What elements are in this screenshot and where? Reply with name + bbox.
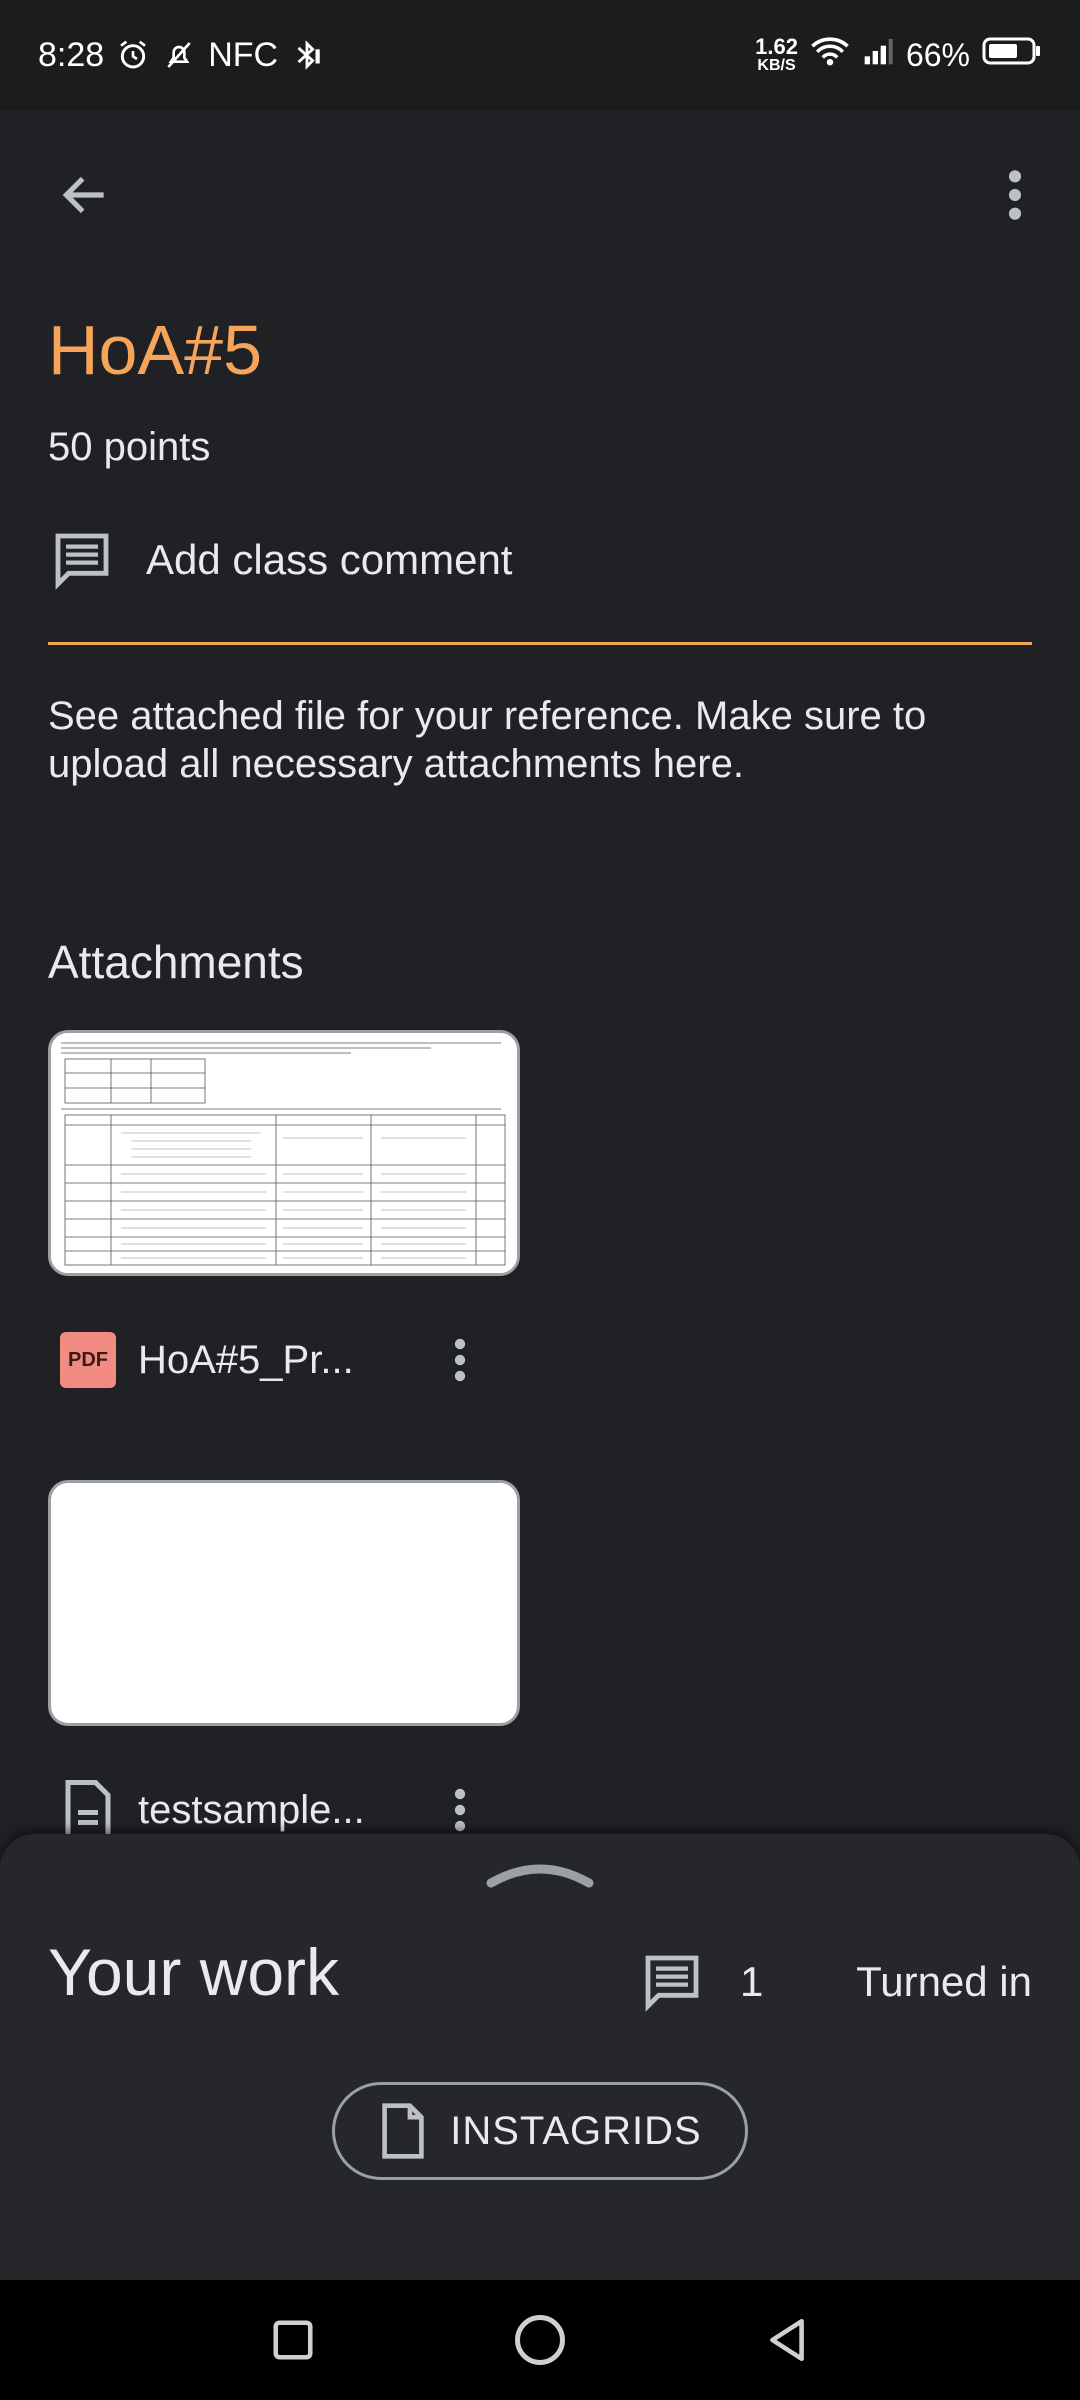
comment-icon (48, 526, 116, 594)
more-vert-icon (454, 1788, 466, 1832)
attachment-name: HoA#5_Pr... (138, 1337, 354, 1382)
attachment-name: testsample... (138, 1787, 365, 1832)
assignment-points: 50 points (48, 425, 211, 469)
attachment-thumbnail[interactable] (48, 1030, 520, 1276)
wifi-icon (810, 35, 850, 75)
speed-unit: KB/S (757, 57, 796, 74)
battery-percent: 66% (905, 36, 970, 73)
pdf-icon: PDF (60, 1332, 116, 1388)
circle-icon (515, 2315, 565, 2365)
triangle-back-icon (769, 2318, 804, 2362)
battery-icon (982, 35, 1042, 75)
status-left: 8:28 NFC (38, 36, 324, 75)
add-class-comment-label: Add class comment (146, 536, 513, 583)
document-preview-image (51, 1033, 517, 1273)
assignment-description: See attached file for your reference. Ma… (48, 694, 927, 786)
comment-icon (645, 1955, 699, 2012)
alarm-icon (116, 38, 150, 72)
status-time: 8:28 (38, 35, 105, 74)
attachment-more-button[interactable] (440, 1325, 480, 1395)
add-class-comment-button[interactable]: Add class comment (48, 520, 512, 600)
nfc-label: NFC (208, 35, 279, 74)
mute-icon (162, 38, 196, 72)
app-bar (0, 110, 1080, 280)
your-work-title: Your work (48, 1935, 340, 2009)
more-options-button[interactable] (980, 160, 1050, 230)
private-comments-button[interactable]: 1 (640, 1950, 763, 2014)
attachments-heading: Attachments (48, 936, 304, 988)
submitted-attachment-chip[interactable]: INSTAGRIDS (332, 2082, 748, 2180)
submission-status: Turned in (856, 1958, 1032, 2005)
attachment-thumbnail[interactable] (48, 1480, 520, 1726)
home-button[interactable] (500, 2300, 580, 2380)
sheet-expand-handle[interactable] (480, 1854, 600, 1894)
bluetooth-icon (290, 38, 324, 72)
signal-icon (862, 35, 894, 75)
accent-divider (48, 642, 1032, 645)
file-icon (378, 2101, 428, 2161)
document-icon (60, 1780, 116, 1840)
square-icon (273, 2320, 313, 2360)
assignment-title: HoA#5 (48, 311, 263, 389)
more-vert-icon (454, 1338, 466, 1382)
comment-count: 1 (740, 1958, 764, 2005)
back-nav-button[interactable] (747, 2300, 827, 2380)
back-button[interactable] (50, 160, 120, 230)
attachment-item[interactable]: PDF HoA#5_Pr... (60, 1320, 480, 1400)
your-work-sheet[interactable]: Your work 1 Turned in INSTAGRIDS (0, 1834, 1080, 2280)
network-speed: 1.62 KB/S (755, 36, 798, 74)
arrow-back-icon (62, 176, 104, 214)
speed-value: 1.62 (755, 34, 798, 59)
chevron-up-icon (486, 1864, 594, 1888)
recents-button[interactable] (253, 2300, 333, 2380)
status-right: 1.62 KB/S 66% (755, 35, 1042, 75)
system-nav-bar (0, 2280, 1080, 2400)
submitted-attachment-label: INSTAGRIDS (450, 2108, 702, 2153)
status-bar: 8:28 NFC 1.62 KB/S 66% (0, 0, 1080, 110)
more-vert-icon (1008, 170, 1022, 220)
